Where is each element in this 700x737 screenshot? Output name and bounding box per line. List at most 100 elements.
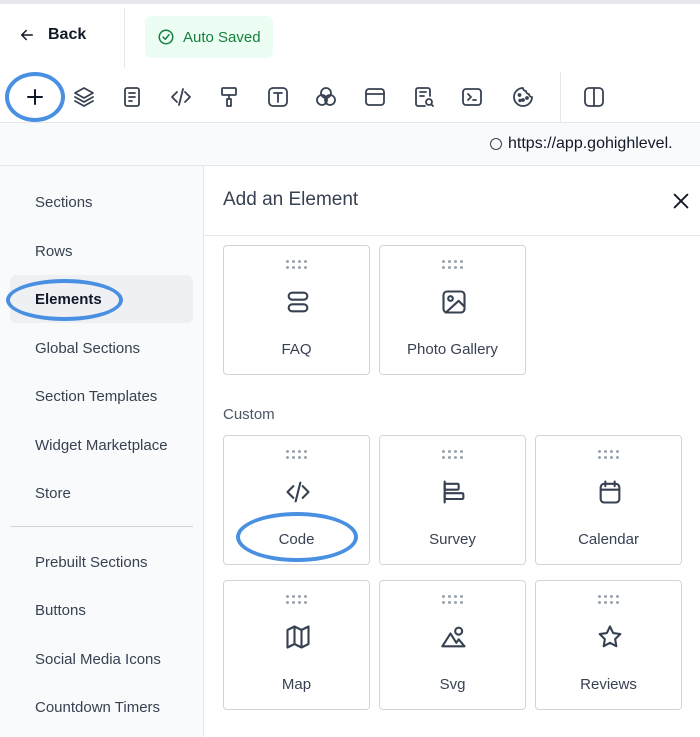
grip-dot <box>454 456 457 459</box>
panel-title: Add an Element <box>223 189 359 210</box>
grip-dot <box>304 595 307 598</box>
drag-handle-icon[interactable] <box>286 595 308 605</box>
sidebar-item-label: Rows <box>35 242 73 260</box>
code-button[interactable] <box>166 82 196 112</box>
sidebar-item-label: Widget Marketplace <box>35 436 168 454</box>
grip-dot <box>298 595 301 598</box>
sidebar-item-rows[interactable]: Rows <box>10 227 193 275</box>
drag-handle-icon[interactable] <box>442 450 464 460</box>
grip-dot <box>616 595 619 598</box>
element-card-label: Map <box>281 676 312 693</box>
sidebar-item-store[interactable]: Store <box>10 469 193 517</box>
grip-dot <box>292 456 295 459</box>
grip-dot <box>304 456 307 459</box>
grip-dot <box>298 450 301 453</box>
element-card-survey[interactable]: Survey <box>379 435 526 565</box>
section-heading-custom: Custom <box>223 406 275 423</box>
grip-dot <box>454 595 457 598</box>
grip-dot <box>460 456 463 459</box>
grip-dot <box>286 266 289 269</box>
survey-icon <box>440 478 468 506</box>
sidebar-item-label: Social Media Icons <box>35 650 161 668</box>
grip-dot <box>448 456 451 459</box>
sidebar-item-global-sections[interactable]: Global Sections <box>10 324 193 372</box>
document-icon <box>124 87 140 107</box>
grip-dot <box>448 601 451 604</box>
element-card-label: Reviews <box>580 676 637 693</box>
grip-dot <box>448 450 451 453</box>
layers-icon <box>74 87 94 107</box>
sidebar-item-prebuilt-sections[interactable]: Prebuilt Sections <box>10 538 193 586</box>
grip-dot <box>304 260 307 263</box>
element-card-svg[interactable]: Svg <box>379 580 526 710</box>
layers-button[interactable] <box>69 82 99 112</box>
close-icon <box>673 193 689 209</box>
auto-saved-badge: Auto Saved <box>145 16 273 58</box>
grip-dot <box>442 601 445 604</box>
text-icon <box>268 87 288 107</box>
grip-dot <box>298 260 301 263</box>
sidebar-item-countdown-timers[interactable]: Countdown Timers <box>10 683 193 731</box>
window-icon <box>365 88 385 106</box>
grip-dot <box>448 595 451 598</box>
grip-dot <box>442 266 445 269</box>
check-circle-icon <box>158 29 174 45</box>
sidebar-item-section-templates[interactable]: Section Templates <box>10 372 193 420</box>
split-view-button[interactable] <box>579 82 609 112</box>
sidebar-item-label: Store <box>35 484 71 502</box>
drag-handle-icon[interactable] <box>442 260 464 270</box>
element-card-calendar[interactable]: Calendar <box>535 435 682 565</box>
sidebar-item-sections[interactable]: Sections <box>10 178 193 226</box>
code-icon <box>171 88 191 106</box>
grip-dot <box>610 456 613 459</box>
grip-dot <box>292 450 295 453</box>
sidebar-item-label: Prebuilt Sections <box>35 553 148 571</box>
drag-handle-icon[interactable] <box>598 595 620 605</box>
drag-handle-icon[interactable] <box>286 450 308 460</box>
sidebar-item-label: Global Sections <box>35 339 141 357</box>
tracking-code-button[interactable] <box>457 82 487 112</box>
styles-button[interactable] <box>214 82 244 112</box>
sidebar-divider <box>10 526 193 527</box>
grip-dot <box>454 601 457 604</box>
typography-button[interactable] <box>263 82 293 112</box>
element-card-reviews[interactable]: Reviews <box>535 580 682 710</box>
grip-dot <box>304 266 307 269</box>
panel-header: Add an Element <box>204 166 700 236</box>
search-doc-icon <box>415 87 434 107</box>
element-card-photo-gallery[interactable]: Photo Gallery <box>379 245 526 375</box>
paint-roller-icon <box>221 87 237 107</box>
cookie-settings-button[interactable] <box>508 82 538 112</box>
grip-dot <box>454 450 457 453</box>
color-circles-icon <box>316 87 336 106</box>
grip-dot <box>286 260 289 263</box>
drag-handle-icon[interactable] <box>286 260 308 270</box>
element-card-map[interactable]: Map <box>223 580 370 710</box>
map-icon <box>284 623 312 651</box>
sidebar-item-social-media-icons[interactable]: Social Media Icons <box>10 635 193 683</box>
grip-dot <box>598 450 601 453</box>
grip-dot <box>286 601 289 604</box>
url-bar: https://app.gohighlevel. <box>0 122 700 166</box>
popup-button[interactable] <box>360 82 390 112</box>
grip-dot <box>292 266 295 269</box>
element-card-faq[interactable]: FAQ <box>223 245 370 375</box>
grip-dot <box>448 260 451 263</box>
drag-handle-icon[interactable] <box>442 595 464 605</box>
url-display[interactable]: https://app.gohighlevel. <box>490 135 673 153</box>
add-element-panel: Add an Element FAQ Photo Gallery Custom … <box>204 166 700 737</box>
drag-handle-icon[interactable] <box>598 450 620 460</box>
sidebar-item-buttons[interactable]: Buttons <box>10 586 193 634</box>
grip-dot <box>616 456 619 459</box>
add-element-button[interactable] <box>20 82 50 112</box>
sidebar-item-widget-marketplace[interactable]: Widget Marketplace <box>10 421 193 469</box>
back-button[interactable]: Back <box>18 26 86 44</box>
colors-button[interactable] <box>311 82 341 112</box>
seo-button[interactable] <box>409 82 439 112</box>
grip-dot <box>298 601 301 604</box>
grip-dot <box>610 601 613 604</box>
close-button[interactable] <box>670 190 692 212</box>
grip-dot <box>298 456 301 459</box>
page-settings-button[interactable] <box>117 82 147 112</box>
highlight-ring <box>6 279 123 321</box>
